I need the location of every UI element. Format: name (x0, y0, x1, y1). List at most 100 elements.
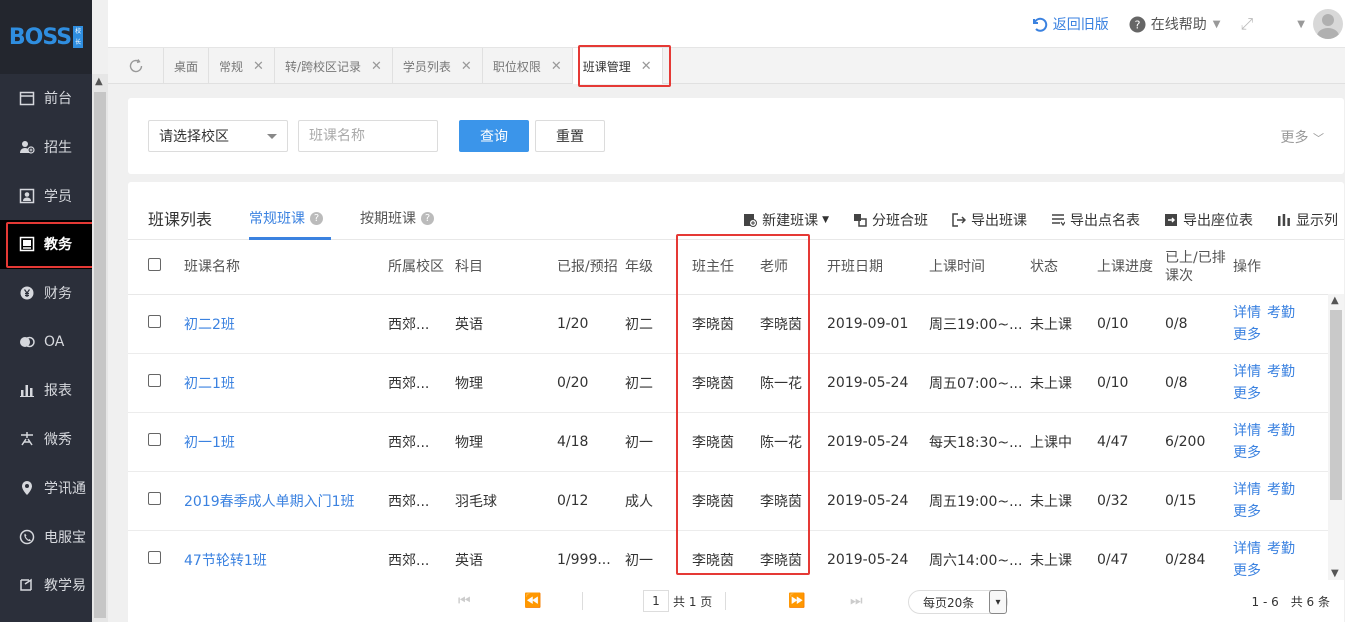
cell-start-date: 2019-09-01 (827, 294, 929, 354)
scrollbar-thumb[interactable] (1330, 310, 1342, 500)
more-filters-label: 更多 (1280, 130, 1309, 146)
scroll-down-icon[interactable]: ▼ (1331, 568, 1339, 579)
first-page-icon[interactable]: ⏮ (458, 593, 471, 609)
more-link[interactable]: 更多 (1233, 445, 1261, 461)
select-all-checkbox[interactable] (148, 257, 161, 271)
more-filters-button[interactable]: 更多 ﹀ (1281, 127, 1324, 147)
scroll-up-icon[interactable]: ▲ (1331, 295, 1339, 306)
col-class-time[interactable]: 上课时间 (929, 240, 1030, 295)
user-menu-chevron-icon[interactable]: ▼ (1297, 19, 1305, 30)
class-name-input[interactable] (298, 120, 438, 152)
help-label: 在线帮助 (1150, 17, 1207, 33)
reset-button[interactable]: 重置 (535, 120, 605, 152)
user-add-icon (18, 138, 36, 156)
col-class-name[interactable]: 班课名称 (184, 240, 388, 295)
attendance-link[interactable]: 考勤 (1267, 482, 1295, 498)
next-page-icon[interactable]: ⏩ (788, 593, 805, 609)
split-merge-button[interactable]: 分班合班 (853, 210, 928, 230)
detail-link[interactable]: 详情 (1233, 541, 1261, 557)
back-to-old-version-button[interactable]: 返回旧版 (1030, 14, 1109, 34)
cell-enrolled: 0/12 (557, 471, 625, 531)
export-class-button[interactable]: 导出班课 (952, 210, 1027, 230)
scrollbar-thumb[interactable] (94, 92, 106, 618)
detail-link[interactable]: 详情 (1233, 305, 1261, 321)
tab-student-list[interactable]: 学员列表 ✕ (393, 48, 483, 84)
tab-position-permissions[interactable]: 职位权限 ✕ (483, 48, 573, 84)
close-icon[interactable]: ✕ (253, 59, 264, 74)
detail-link[interactable]: 详情 (1233, 482, 1261, 498)
tab-desktop[interactable]: 桌面 (164, 48, 210, 84)
row-checkbox[interactable] (148, 315, 161, 328)
sidebar-item-front-desk[interactable]: 前台 (0, 74, 92, 123)
class-name-link[interactable]: 初二2班 (184, 294, 388, 354)
avatar[interactable] (1313, 9, 1343, 39)
export-roll-button[interactable]: 导出点名表 (1051, 210, 1140, 230)
chevron-down-icon[interactable]: ▾ (989, 590, 1007, 614)
display-columns-button[interactable]: 显示列 (1277, 210, 1338, 230)
fullscreen-icon[interactable]: ⤢ (1240, 14, 1253, 34)
attendance-link[interactable]: 考勤 (1267, 364, 1295, 380)
question-icon[interactable]: ? (310, 211, 323, 225)
cell-enrolled: 0/20 (557, 353, 625, 413)
online-help-button[interactable]: ? 在线帮助 ▼ (1129, 14, 1220, 34)
sidebar-item-students[interactable]: 学员 (0, 171, 92, 220)
attendance-link[interactable]: 考勤 (1267, 541, 1295, 557)
refresh-icon[interactable] (108, 48, 164, 84)
attendance-link[interactable]: 考勤 (1267, 305, 1295, 321)
sidebar-item-reports[interactable]: 报表 (0, 366, 92, 415)
attendance-link[interactable]: 考勤 (1267, 423, 1295, 439)
close-icon[interactable]: ✕ (371, 59, 382, 74)
table-scrollbar[interactable]: ▲ ▼ (1328, 294, 1344, 580)
sidebar-scrollbar[interactable]: ▲ (92, 74, 108, 622)
search-button[interactable]: 查询 (459, 120, 529, 152)
app-logo[interactable]: BOSS 校长 (0, 0, 92, 74)
page-number-input[interactable]: 1 (643, 590, 669, 612)
tab-regular-classes[interactable]: 常规班课? (249, 208, 323, 228)
row-checkbox[interactable] (148, 374, 161, 387)
sidebar-item-jiaoxueyi[interactable]: 教学易 (0, 561, 92, 610)
sidebar-item-academic[interactable]: 教务 (0, 220, 98, 269)
row-checkbox[interactable] (148, 551, 161, 564)
more-link[interactable]: 更多 (1233, 327, 1261, 343)
sidebar-item-xuexuntong[interactable]: 学讯通 (0, 464, 92, 513)
scroll-up-icon[interactable]: ▲ (95, 76, 103, 87)
record-count: 1 - 6 共 6 条 (1251, 595, 1331, 609)
tab-transfer-records[interactable]: 转/跨校区记录 ✕ (275, 48, 393, 84)
more-link[interactable]: 更多 (1233, 386, 1261, 402)
tab-term-classes[interactable]: 按期班课? (360, 208, 434, 228)
more-link[interactable]: 更多 (1233, 563, 1261, 579)
detail-link[interactable]: 详情 (1233, 364, 1261, 380)
class-name-link[interactable]: 2019春季成人单期入门1班 (184, 471, 388, 531)
tab-regular[interactable]: 常规 ✕ (209, 48, 275, 84)
campus-select[interactable]: 请选择校区 (148, 120, 288, 152)
col-campus[interactable]: 所属校区 (388, 240, 455, 295)
close-icon[interactable]: ✕ (551, 59, 562, 74)
sidebar-item-finance[interactable]: 财务 (0, 269, 92, 318)
col-sessions[interactable]: 已上/已排课次 (1165, 240, 1233, 295)
question-icon[interactable]: ? (421, 211, 434, 225)
col-progress[interactable]: 上课进度 (1097, 240, 1165, 295)
col-status[interactable]: 状态 (1030, 240, 1097, 295)
class-name-link[interactable]: 初一1班 (184, 412, 388, 472)
detail-link[interactable]: 详情 (1233, 423, 1261, 439)
page-size-select[interactable]: 每页20条 ▾ (908, 590, 1008, 614)
yen-icon (18, 284, 36, 302)
row-checkbox[interactable] (148, 492, 161, 505)
prev-page-icon[interactable]: ⏪ (524, 593, 541, 609)
sidebar-item-weixiu[interactable]: 微秀 (0, 415, 92, 464)
last-page-icon[interactable]: ⏭ (850, 593, 863, 609)
close-icon[interactable]: ✕ (461, 59, 472, 74)
export-seat-button[interactable]: 导出座位表 (1164, 210, 1253, 230)
col-enrolled[interactable]: 已报/预招 (557, 240, 625, 295)
pagination-bar: ⏮ ⏪ 1 共 1 页 ⏩ ⏭ 每页20条 ▾ 1 - 6 共 6 条 (128, 580, 1344, 622)
sidebar-item-enrollment[interactable]: 招生 (0, 123, 92, 172)
cell-start-date: 2019-05-24 (827, 412, 929, 472)
col-start-date[interactable]: 开班日期 (827, 240, 929, 295)
row-checkbox[interactable] (148, 433, 161, 446)
col-subject[interactable]: 科目 (455, 240, 557, 295)
sidebar-item-oa[interactable]: OA (0, 317, 92, 366)
class-name-link[interactable]: 初二1班 (184, 353, 388, 413)
more-link[interactable]: 更多 (1233, 504, 1261, 520)
sidebar-item-dianfubao[interactable]: 电服宝 (0, 512, 92, 561)
new-class-button[interactable]: 新建班课 ▼ (743, 210, 829, 230)
